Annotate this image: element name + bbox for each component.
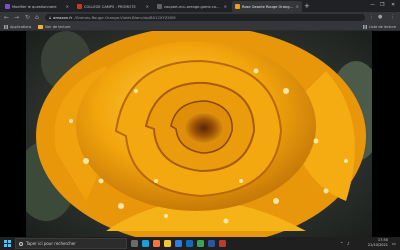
page-content (0, 31, 400, 237)
volume-icon[interactable]: ♪ (347, 241, 350, 246)
close-icon[interactable]: ✕ (146, 4, 149, 9)
reading-list-button[interactable]: Liste de lecture (363, 23, 396, 31)
menu-icon[interactable]: ⋮ (390, 13, 395, 22)
app-icon[interactable] (219, 240, 226, 247)
close-icon[interactable]: ✕ (224, 4, 227, 9)
back-icon[interactable]: ← (4, 13, 9, 22)
rose-image (26, 31, 372, 237)
close-icon[interactable]: ✕ (296, 4, 299, 9)
home-icon[interactable]: ⌂ (35, 13, 39, 22)
search-placeholder: Taper ici pour rechercher (26, 241, 76, 246)
notifications-icon[interactable]: ▭ (392, 241, 396, 246)
chrome-icon[interactable] (197, 240, 204, 247)
firefox-icon[interactable] (153, 240, 160, 247)
search-icon (19, 241, 23, 246)
windows-start-icon[interactable] (4, 240, 11, 247)
bookmark-label: Applications (10, 25, 32, 29)
tab-1[interactable]: Modifier le questionnaire ✕ (2, 1, 72, 12)
profile-icon[interactable]: ● (378, 13, 382, 22)
tab-3[interactable]: coupart-ecu.orange.game.com/ff ✕ (154, 1, 230, 12)
maximize-icon[interactable]: ❐ (380, 1, 384, 10)
mail-icon[interactable] (186, 240, 193, 247)
apps-grid-icon (4, 25, 8, 29)
site-icon (77, 4, 82, 9)
amazon-icon (235, 4, 240, 9)
bookmark-reading[interactable]: Voir de lecture (38, 23, 70, 31)
tab-title: COLLEGE CAMPS : PROMOTE (84, 4, 136, 9)
windows-taskbar: Taper ici pour rechercher ⌃ ♪ 17:50 21/1… (0, 237, 400, 250)
close-icon[interactable]: ✕ (66, 4, 69, 9)
new-tab-button[interactable]: + (304, 2, 310, 10)
clock[interactable]: 17:50 21/10/2021 (358, 238, 388, 247)
network-icon[interactable]: ⌃ (340, 241, 343, 246)
tab-title: coupart-ecu.orange.game.com/ff (164, 4, 222, 9)
task-view-icon[interactable] (131, 240, 138, 247)
address-path: /Graines-Rouge-Orange-Violet-Blanc/dp/B0… (74, 15, 176, 20)
globe-icon (157, 4, 162, 9)
reading-list-icon (363, 25, 367, 29)
minimize-icon[interactable]: — (370, 1, 375, 10)
tab-title: Modifier le questionnaire (12, 4, 57, 9)
address-domain: amazon.fr (53, 15, 73, 20)
extensions-icon[interactable]: ⋮ (369, 13, 374, 22)
address-bar[interactable]: 🔒︎ amazon.fr/Graines-Rouge-Orange-Violet… (45, 14, 365, 21)
edge-icon[interactable] (142, 240, 149, 247)
forward-icon[interactable]: → (14, 13, 19, 22)
store-icon[interactable] (175, 240, 182, 247)
lock-icon: 🔒︎ (49, 15, 52, 20)
bookmark-label: Voir de lecture (45, 25, 71, 29)
reading-list-label: Liste de lecture (369, 25, 397, 29)
file-explorer-icon[interactable] (164, 240, 171, 247)
folder-icon (38, 25, 43, 29)
close-window-icon[interactable]: ✕ (391, 1, 395, 10)
browser-toolbar: ← → ↻ ⌂ 🔒︎ amazon.fr/Graines-Rouge-Orang… (0, 12, 400, 23)
tab-title: Rose Geante Rouge Orange Bla (242, 4, 294, 9)
tab-strip: Modifier le questionnaire ✕ COLLEGE CAMP… (0, 0, 400, 12)
bookmarks-bar: Applications Voir de lecture Liste de le… (0, 23, 400, 31)
reload-icon[interactable]: ↻ (25, 13, 30, 22)
bookmark-applications[interactable]: Applications (4, 23, 31, 31)
forms-icon (5, 4, 10, 9)
word-icon[interactable] (208, 240, 215, 247)
taskbar-search-box[interactable]: Taper ici pour rechercher (15, 238, 127, 249)
clock-date: 21/10/2021 (367, 242, 388, 247)
tab-4-active[interactable]: Rose Geante Rouge Orange Bla ✕ (232, 1, 302, 12)
tab-2[interactable]: COLLEGE CAMPS : PROMOTE ✕ (74, 1, 152, 12)
